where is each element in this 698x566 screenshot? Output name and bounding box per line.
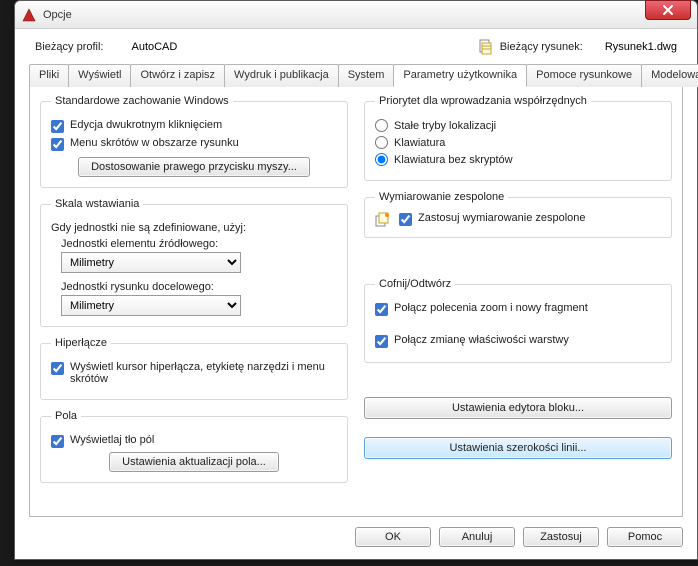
chk-assoc-dim-label: Zastosuj wymiarowanie zespolone (418, 212, 586, 224)
app-icon (21, 7, 37, 23)
chk-assoc-dim-input[interactable] (399, 213, 412, 226)
apply-button[interactable]: Zastosuj (523, 527, 599, 547)
rad-osnap[interactable]: Stałe tryby lokalizacji (375, 119, 661, 132)
drawing-icon (478, 39, 494, 55)
ok-button[interactable]: OK (355, 527, 431, 547)
rad-keyboard-noscript-label: Klawiatura bez skryptów (394, 154, 513, 166)
chk-dblclick-edit[interactable]: Edycja dwukrotnym kliknięciem (51, 119, 337, 133)
chk-combine-zoom-label: Połącz polecenia zoom i nowy fragment (394, 302, 588, 314)
rad-osnap-input[interactable] (375, 119, 388, 132)
options-dialog: Opcje Bieżący profil: AutoCAD Bieżący ry… (14, 0, 698, 560)
window-title: Opcje (43, 9, 72, 21)
legend-assoc-dim: Wymiarowanie zespolone (375, 191, 508, 203)
group-hyperlink: Hiperłącze Wyświetl kursor hiperłącza, e… (40, 337, 348, 400)
chk-shortcut-menu-input[interactable] (51, 138, 64, 151)
chk-assoc-dim[interactable]: Zastosuj wymiarowanie zespolone (399, 212, 586, 226)
dialog-footer: OK Anuluj Zastosuj Pomoc (15, 517, 697, 559)
scale-hint: Gdy jednostki nie są zdefiniowane, użyj: (51, 222, 337, 234)
rad-keyboard-noscript-input[interactable] (375, 153, 388, 166)
tab-open-save[interactable]: Otwórz i zapisz (130, 64, 225, 87)
chk-field-bg-input[interactable] (51, 435, 64, 448)
legend-insert-scale: Skala wstawiania (51, 198, 143, 210)
titlebar[interactable]: Opcje (15, 1, 697, 29)
chk-field-bg[interactable]: Wyświetlaj tło pól (51, 434, 337, 448)
tab-files[interactable]: Pliki (29, 64, 69, 87)
field-update-settings-button[interactable]: Ustawienia aktualizacji pola... (109, 452, 279, 472)
chk-combine-layer-input[interactable] (375, 335, 388, 348)
drawing-label: Bieżący rysunek: (500, 41, 583, 53)
src-units-label: Jednostki elementu źródłowego: (61, 238, 337, 250)
tab-display[interactable]: Wyświetl (68, 64, 131, 87)
group-undo-redo: Cofnij/Odtwórz Połącz polecenia zoom i n… (364, 278, 672, 363)
legend-undo-redo: Cofnij/Odtwórz (375, 278, 455, 290)
drawing-value: Rysunek1.dwg (605, 41, 677, 53)
block-editor-settings-button[interactable]: Ustawienia edytora bloku... (364, 397, 672, 419)
chk-dblclick-edit-label: Edycja dwukrotnym kliknięciem (70, 119, 222, 131)
src-units-select[interactable]: Milimetry (61, 252, 241, 273)
tab-drafting[interactable]: Pomoce rysunkowe (526, 64, 642, 87)
chk-combine-layer-label: Połącz zmianę właściwości warstwy (394, 334, 569, 346)
tabstrip: Pliki Wyświetl Otwórz i zapisz Wydruk i … (29, 63, 683, 87)
tab-panel: Standardowe zachowanie Windows Edycja dw… (29, 87, 683, 517)
dst-units-label: Jednostki rysunku docelowego: (61, 281, 337, 293)
help-button[interactable]: Pomoc (607, 527, 683, 547)
tab-plot[interactable]: Wydruk i publikacja (224, 64, 339, 87)
group-fields: Pola Wyświetlaj tło pól Ustawienia aktua… (40, 410, 348, 483)
rad-keyboard-noscript[interactable]: Klawiatura bez skryptów (375, 153, 661, 166)
right-click-customize-button[interactable]: Dostosowanie prawego przycisku myszy... (78, 157, 310, 177)
header-line: Bieżący profil: AutoCAD Bieżący rysunek:… (29, 37, 683, 63)
legend-fields: Pola (51, 410, 81, 422)
rad-keyboard[interactable]: Klawiatura (375, 136, 661, 149)
drawing-stack-icon (375, 211, 391, 227)
chk-combine-zoom[interactable]: Połącz polecenia zoom i nowy fragment (375, 302, 661, 316)
tab-modeling[interactable]: Modelowan (641, 64, 698, 87)
tab-system[interactable]: System (338, 64, 395, 87)
chk-combine-layer[interactable]: Połącz zmianę właściwości warstwy (375, 334, 661, 348)
chk-hyperlink-cursor-input[interactable] (51, 362, 64, 375)
lineweight-settings-button[interactable]: Ustawienia szerokości linii... (364, 437, 672, 459)
chk-field-bg-label: Wyświetlaj tło pól (70, 434, 154, 446)
profile-value: AutoCAD (131, 41, 177, 53)
rad-keyboard-label: Klawiatura (394, 137, 445, 149)
legend-hyperlink: Hiperłącze (51, 337, 111, 349)
legend-windows-behavior: Standardowe zachowanie Windows (51, 95, 233, 107)
chk-shortcut-menu-label: Menu skrótów w obszarze rysunku (70, 137, 239, 149)
group-insert-scale: Skala wstawiania Gdy jednostki nie są zd… (40, 198, 348, 327)
left-column: Standardowe zachowanie Windows Edycja dw… (40, 95, 348, 504)
cancel-button[interactable]: Anuluj (439, 527, 515, 547)
chk-hyperlink-cursor[interactable]: Wyświetl kursor hiperłącza, etykietę nar… (51, 361, 337, 385)
rad-keyboard-input[interactable] (375, 136, 388, 149)
group-assoc-dim: Wymiarowanie zespolone Zastosuj wymiarow… (364, 191, 672, 238)
right-column: Priorytet dla wprowadzania współrzędnych… (364, 95, 672, 504)
group-coord-priority: Priorytet dla wprowadzania współrzędnych… (364, 95, 672, 181)
dst-units-select[interactable]: Milimetry (61, 295, 241, 316)
group-windows-behavior: Standardowe zachowanie Windows Edycja dw… (40, 95, 348, 188)
rad-osnap-label: Stałe tryby lokalizacji (394, 120, 496, 132)
legend-coord-priority: Priorytet dla wprowadzania współrzędnych (375, 95, 591, 107)
chk-shortcut-menu[interactable]: Menu skrótów w obszarze rysunku (51, 137, 337, 151)
chk-combine-zoom-input[interactable] (375, 303, 388, 316)
profile-label: Bieżący profil: (35, 41, 103, 53)
tab-user-prefs[interactable]: Parametry użytkownika (393, 64, 527, 87)
close-button[interactable] (645, 0, 691, 20)
chk-dblclick-edit-input[interactable] (51, 120, 64, 133)
chk-hyperlink-cursor-label: Wyświetl kursor hiperłącza, etykietę nar… (70, 361, 337, 385)
